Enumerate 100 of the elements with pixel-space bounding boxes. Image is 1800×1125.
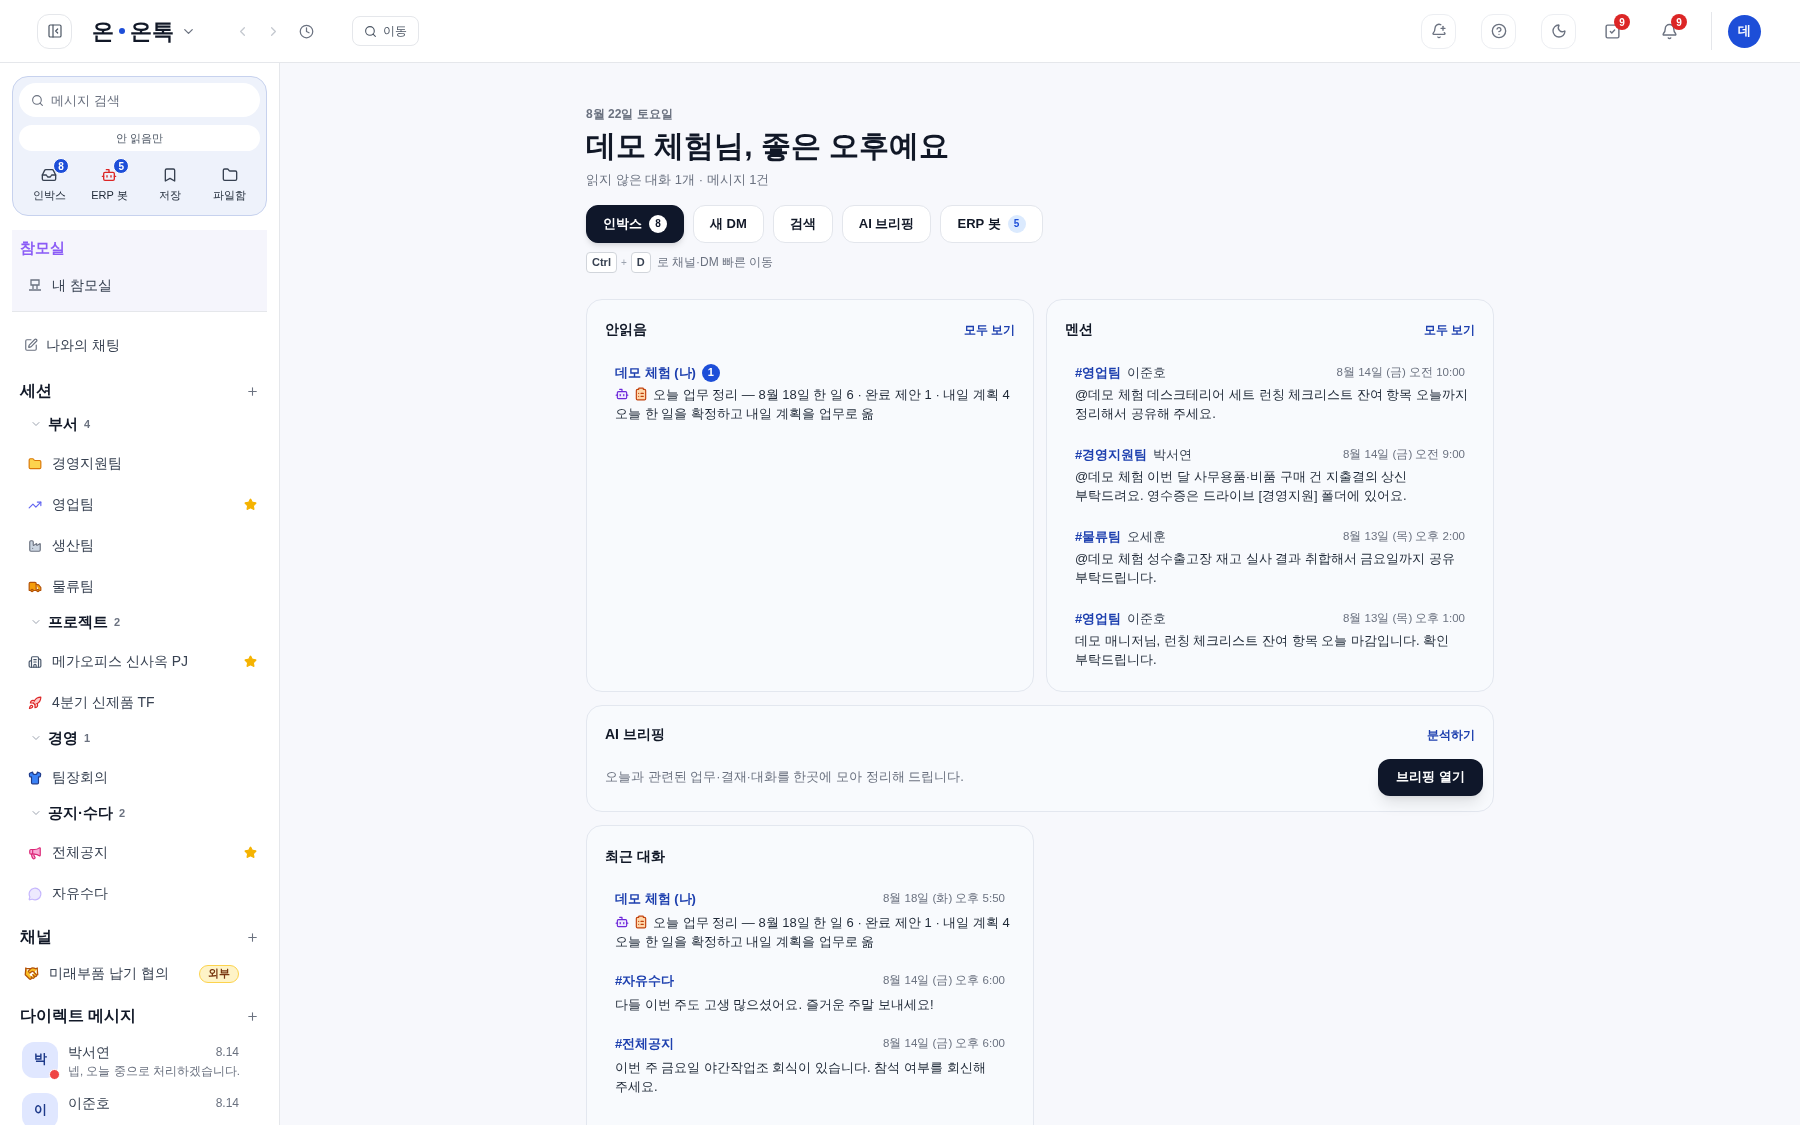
message-text: 오늘 업무 정리 — 8월 18일 한 일 6 · 완료 제안 1 · 내일 계획 4 xyxy=(653,913,1010,932)
shortcut-hint: 로 채널·DM 빠른 이동 xyxy=(656,254,774,271)
message-text: @데모 체험 성수출고장 재고 실사 결과 취합해서 금요일까지 공유 부탁드립니다. xyxy=(1075,549,1456,587)
view-all-link[interactable]: 분석하기 xyxy=(1427,725,1475,744)
new-alert-button[interactable] xyxy=(1421,13,1456,49)
message-time: 8월 13일 (목) 오후 2:00 xyxy=(1343,528,1465,544)
search-icon xyxy=(364,24,377,38)
bell-plus-icon xyxy=(1430,23,1447,39)
add-button[interactable] xyxy=(246,1009,259,1023)
sidebar-item[interactable]: 영업팀 xyxy=(12,484,267,525)
robot-icon xyxy=(101,167,118,183)
shortcut-button[interactable]: 5 ERP 봇 xyxy=(79,157,140,206)
sidebar-item[interactable]: 전체공지 xyxy=(12,832,267,873)
conversation-name[interactable]: 데모 체험 (나) xyxy=(615,888,696,909)
tasks-button[interactable]: 9 xyxy=(1592,11,1632,51)
shortcut-button[interactable]: 저장 xyxy=(139,157,200,206)
sidebar-item[interactable]: 팀장회의 xyxy=(12,757,267,798)
speech-bubble-icon xyxy=(28,886,42,901)
message-time: 8월 14일 (금) 오후 6:00 xyxy=(883,1035,1005,1051)
add-button[interactable] xyxy=(246,930,259,944)
message-date: 8.14 xyxy=(215,1095,239,1112)
tab[interactable]: 인박스 8 xyxy=(586,204,684,243)
group-label: 부서 xyxy=(48,413,78,434)
group-toggle[interactable]: 프로젝트 2 xyxy=(12,607,267,637)
group-label: 프로젝트 xyxy=(48,611,108,632)
view-all-link[interactable]: 모두 보기 xyxy=(1423,320,1475,339)
card-title: AI 브리핑 xyxy=(605,725,665,744)
sidebar-item[interactable]: 생산팀 xyxy=(12,525,267,566)
theme-toggle-button[interactable] xyxy=(1541,13,1576,49)
sidebar-toggle-button[interactable] xyxy=(37,13,72,49)
count-badge: 5 xyxy=(1007,214,1026,233)
megaphone-icon xyxy=(28,845,42,860)
sidebar-item[interactable]: 경영지원팀 xyxy=(12,443,267,484)
section-title: 채널 xyxy=(20,927,52,947)
shirt-icon xyxy=(28,770,42,785)
notifications-button[interactable]: 9 xyxy=(1649,11,1689,51)
shortcut-button[interactable]: 파일함 xyxy=(199,157,260,206)
folder-icon xyxy=(28,456,42,471)
channel-name[interactable]: #영업팀 xyxy=(1075,362,1122,383)
shortcut-button[interactable]: 8 인박스 xyxy=(19,157,80,206)
unread-only-toggle[interactable]: 안 읽음만 xyxy=(19,125,260,151)
edit-icon xyxy=(24,338,38,352)
message-text: 다들 이번 주도 고생 많으셨어요. 즐거운 주말 보내세요! xyxy=(615,995,934,1014)
desk-icon xyxy=(28,279,42,291)
handshake-icon xyxy=(24,966,39,981)
workspace-switcher[interactable]: 온 온톡 xyxy=(92,14,196,48)
conversation-name[interactable]: #자유수다 xyxy=(615,970,675,991)
robot-icon xyxy=(615,915,629,929)
group-toggle[interactable]: 부서 4 xyxy=(12,409,267,439)
sidebar-item[interactable]: 내 참모실 xyxy=(20,275,259,295)
conversation-name[interactable]: 데모 체험 (나) xyxy=(615,362,696,383)
tab[interactable]: AI 브리핑 xyxy=(841,204,932,243)
help-icon xyxy=(1490,23,1507,39)
clock-icon xyxy=(298,23,314,39)
message-search-field[interactable]: 메시지 검색 xyxy=(19,83,260,117)
help-button[interactable] xyxy=(1481,13,1516,49)
jump-search-button[interactable]: 이동 xyxy=(352,16,419,46)
section-title: 다이렉트 메시지 xyxy=(20,1006,137,1026)
user-avatar: 박 xyxy=(22,1042,58,1078)
sidebar-item[interactable]: 자유수다 xyxy=(12,873,267,914)
channel-name[interactable]: #경영지원팀 xyxy=(1075,444,1148,465)
message-preview: 넵, 오늘 중으로 처리하겠습니다. xyxy=(68,1064,239,1079)
group-toggle[interactable]: 공지·수다 2 xyxy=(12,798,267,828)
open-briefing-button[interactable]: 브리핑 열기 xyxy=(1378,758,1483,796)
sidebar-item[interactable]: 메가오피스 신사옥 PJ xyxy=(12,641,267,682)
message-time: 8월 14일 (금) 오전 10:00 xyxy=(1336,364,1465,380)
count-badge: 8 xyxy=(53,158,70,174)
contact-name[interactable]: 이준호 xyxy=(68,1093,110,1113)
robot-icon xyxy=(615,387,629,401)
contact-name[interactable]: 박서연 xyxy=(68,1042,110,1062)
group-toggle[interactable]: 경영 1 xyxy=(12,723,267,753)
message-time: 8월 14일 (금) 오전 9:00 xyxy=(1343,446,1465,462)
tab[interactable]: ERP 봇 5 xyxy=(940,204,1043,243)
unread-summary: 읽지 않은 대화 1개 · 메시지 1건 xyxy=(586,171,771,189)
profile-avatar[interactable]: 데 xyxy=(1728,14,1761,48)
card-title: 최근 대화 xyxy=(605,847,665,866)
channel-name[interactable]: #물류팀 xyxy=(1075,526,1122,547)
group-label: 경영 xyxy=(48,727,78,748)
card-title: 안읽음 xyxy=(605,320,647,339)
plus-icon xyxy=(246,930,259,944)
folder-icon xyxy=(221,167,238,183)
author-name: 박서연 xyxy=(1153,445,1193,464)
bell-icon xyxy=(1660,22,1678,40)
sidebar-item[interactable]: 나와의 채팅 xyxy=(12,335,267,355)
sidebar-item[interactable]: 물류팀 xyxy=(12,566,267,607)
conversation-name[interactable]: #전체공지 xyxy=(615,1033,675,1054)
section-title: 세션 xyxy=(20,381,52,401)
tab[interactable]: 검색 xyxy=(772,204,833,243)
user-avatar: 이 xyxy=(22,1093,58,1125)
add-button[interactable] xyxy=(246,384,259,398)
date-label: 8월 22일 토요일 xyxy=(586,106,674,123)
key-cap: Ctrl xyxy=(586,251,617,273)
sidebar-item[interactable]: 4분기 신제품 TF xyxy=(12,682,267,723)
group-count: 2 xyxy=(114,614,121,630)
group-label: 공지·수다 xyxy=(48,802,113,823)
tab[interactable]: 새 DM xyxy=(693,204,764,243)
channel-name[interactable]: #영업팀 xyxy=(1075,608,1122,629)
sidebar-item[interactable]: 미래부품 납기 협의 외부 xyxy=(12,953,267,994)
count-badge: 5 xyxy=(113,158,130,174)
view-all-link[interactable]: 모두 보기 xyxy=(963,320,1015,339)
